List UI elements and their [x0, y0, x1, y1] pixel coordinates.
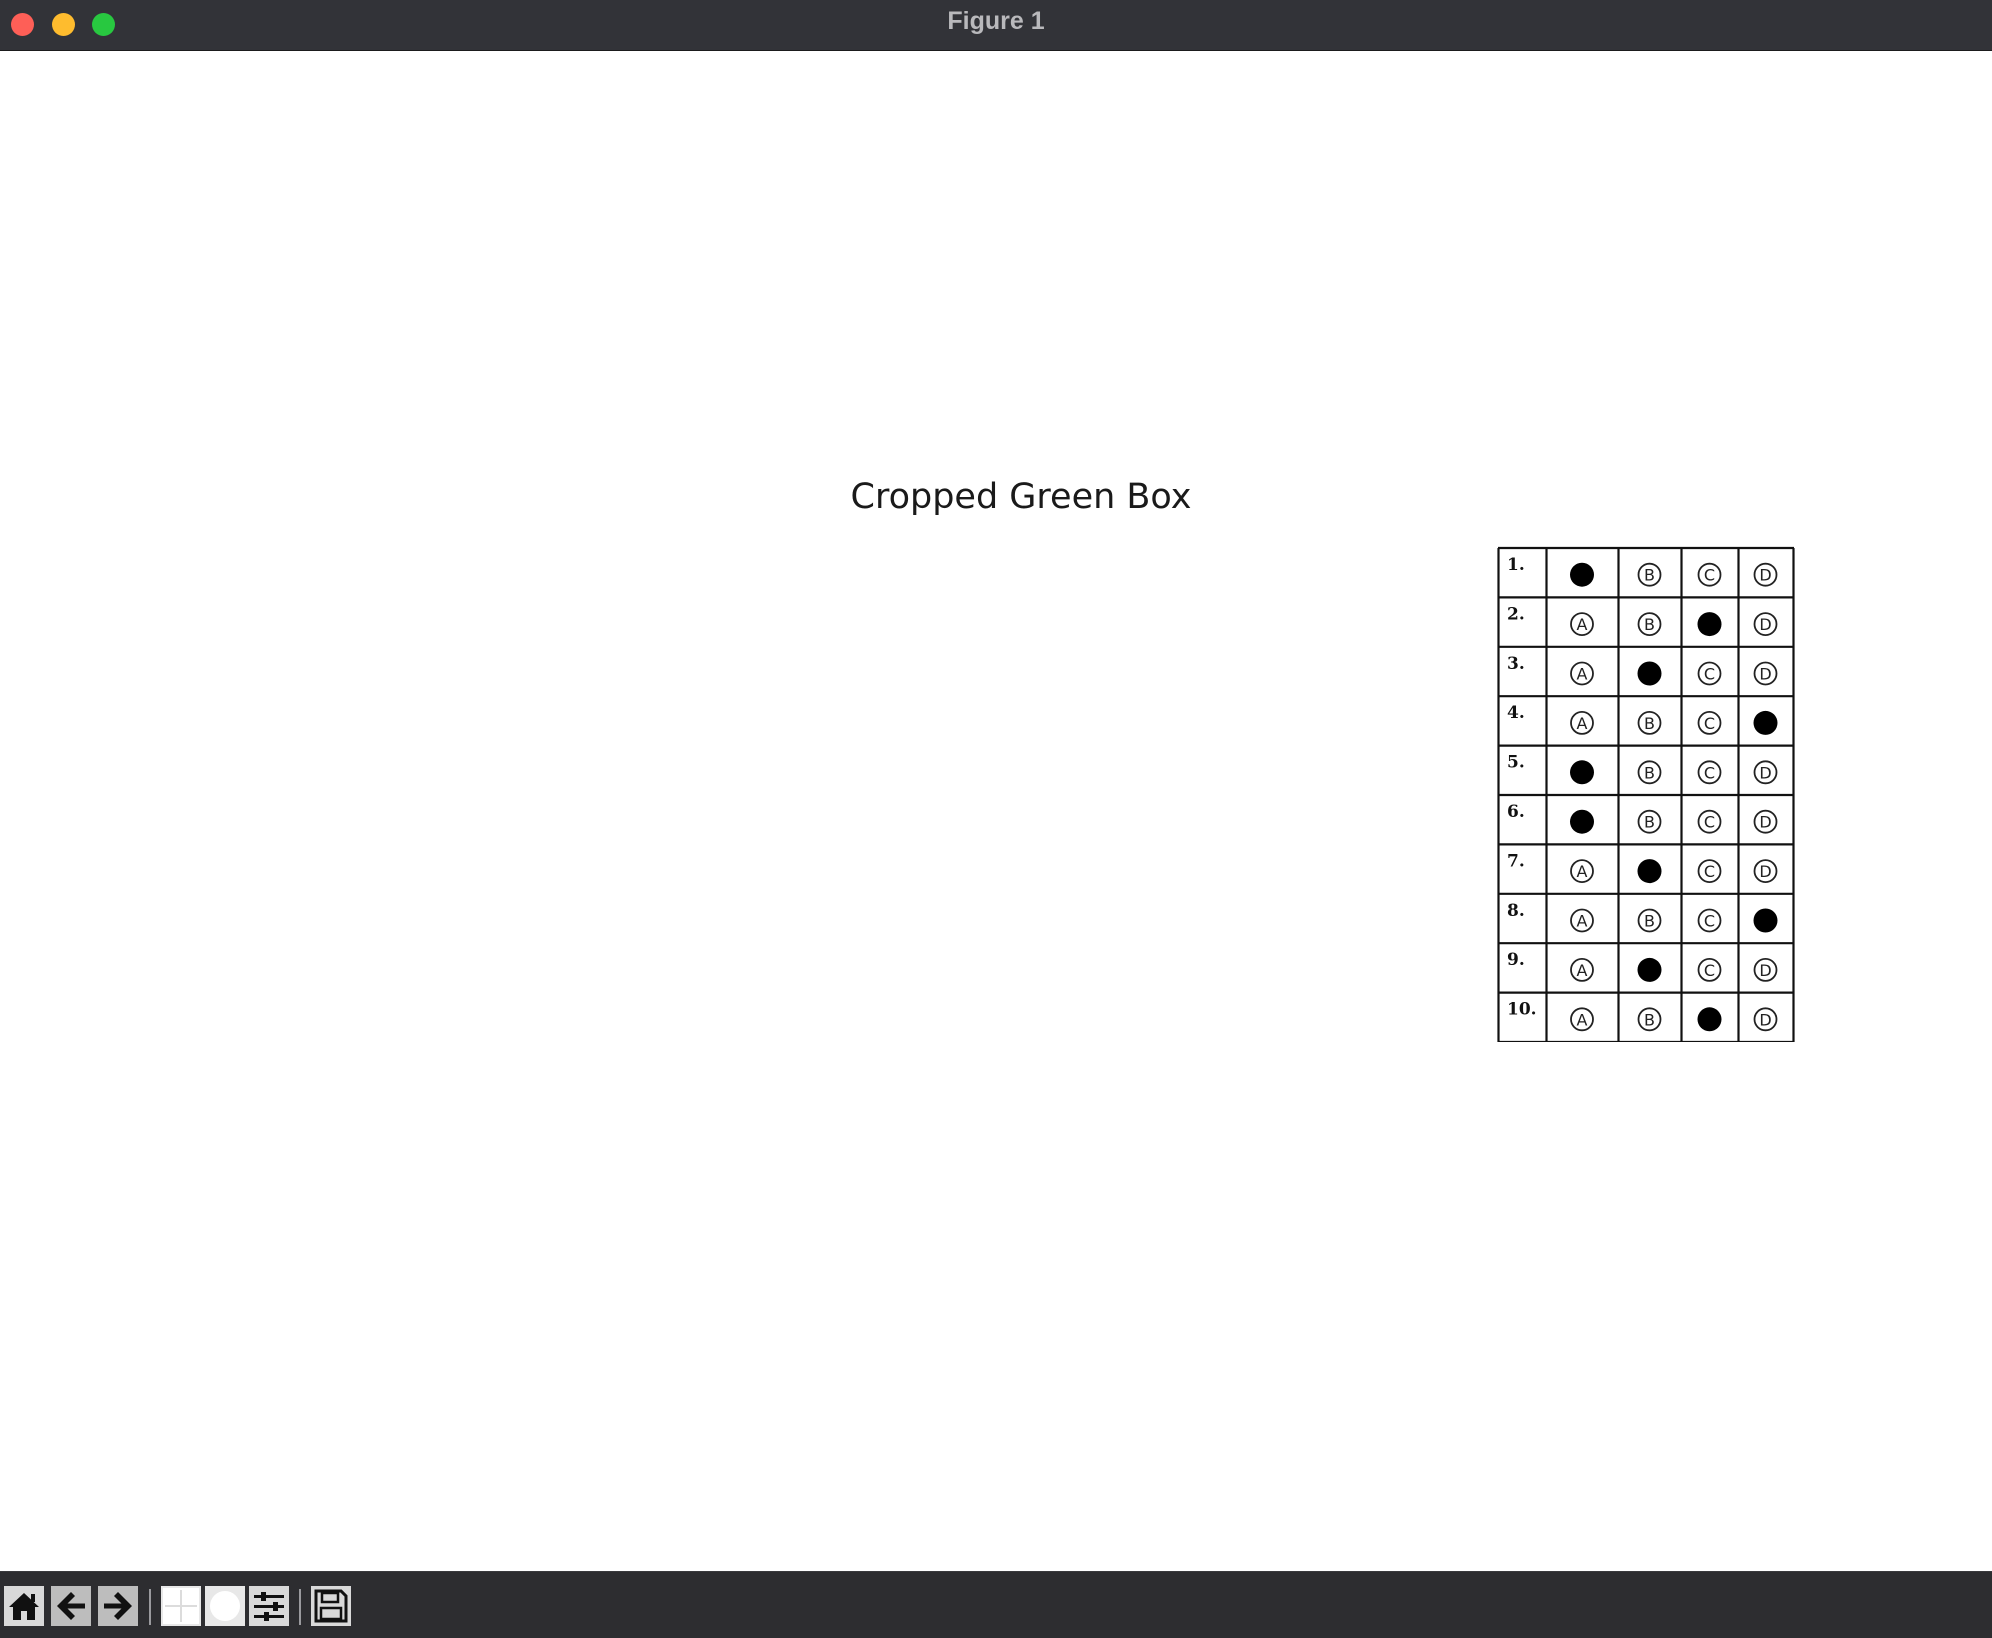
pan-button[interactable]: [161, 1586, 201, 1626]
bubble-letter: B: [1644, 1010, 1655, 1029]
save-icon: [311, 1586, 351, 1626]
bubble-letter: D: [1759, 1010, 1771, 1029]
bubble-letter: B: [1644, 813, 1655, 832]
filled-bubble: [1753, 710, 1778, 735]
home-button[interactable]: [4, 1586, 44, 1626]
bubble-letter: D: [1759, 862, 1771, 881]
filled-bubble: [1570, 760, 1594, 785]
bubble-letter: C: [1704, 763, 1715, 782]
filled-bubble: [1570, 562, 1594, 587]
title-bar[interactable]: Figure 1: [0, 0, 1992, 51]
bubble-letter: A: [1577, 961, 1588, 980]
zoom-button[interactable]: [205, 1586, 245, 1626]
bubble-letter: D: [1759, 615, 1771, 634]
bubble-letter: A: [1577, 665, 1588, 684]
toolbar-separator: [149, 1589, 151, 1625]
filled-bubble: [1697, 1007, 1722, 1032]
filled-bubble: [1697, 612, 1722, 637]
bubble-letter: B: [1644, 912, 1655, 931]
bubble-letter: A: [1577, 862, 1588, 881]
save-button[interactable]: [311, 1586, 351, 1626]
bubble-letter: A: [1577, 1010, 1588, 1029]
question-number: 9.: [1507, 950, 1525, 970]
figure-window: Figure 1 Cropped Green Box 1. B C D 2. A B D 3. A…: [0, 0, 1992, 1638]
bubble-letter: C: [1704, 714, 1715, 733]
axes-title: Cropped Green Box: [850, 477, 1192, 517]
filled-bubble: [1637, 661, 1662, 686]
home-icon: [4, 1586, 44, 1626]
bubble-letter: D: [1759, 665, 1771, 684]
figure-canvas[interactable]: Cropped Green Box 1. B C D 2. A B D 3. A C D 4. A B C 5.…: [0, 51, 1992, 1571]
bubble-letter: C: [1704, 912, 1715, 931]
bubble-letter: A: [1577, 912, 1588, 931]
pan-icon: [161, 1586, 201, 1626]
answer-sheet-image: 1. B C D 2. A B D 3. A C D 4. A B C 5. B C D 6. B C D 7. A C D 8. A B C…: [1497, 546, 1795, 1042]
navigation-toolbar: [0, 1571, 1992, 1638]
bubble-letter: A: [1577, 714, 1588, 733]
bubble-letter: D: [1759, 813, 1771, 832]
question-number: 3.: [1507, 654, 1525, 674]
question-number: 7.: [1507, 851, 1525, 871]
question-number: 5.: [1507, 753, 1525, 773]
bubble-letter: A: [1577, 615, 1588, 634]
back-button[interactable]: [51, 1586, 91, 1626]
forward-button[interactable]: [98, 1586, 138, 1626]
configure-subplots-button[interactable]: [249, 1586, 289, 1626]
bubble-letter: D: [1759, 961, 1771, 980]
question-number: 6.: [1507, 802, 1525, 822]
bubble-letter: B: [1644, 566, 1655, 585]
filled-bubble: [1570, 809, 1594, 834]
answer-sheet-grid: 1. B C D 2. A B D 3. A C D 4. A B C 5. B C D 6. B C D 7. A C D 8. A B C…: [1497, 546, 1795, 1042]
arrow-left-icon: [51, 1586, 91, 1626]
bubble-letter: C: [1704, 813, 1715, 832]
question-number: 2.: [1507, 604, 1525, 624]
bubble-letter: C: [1704, 862, 1715, 881]
bubble-letter: B: [1644, 615, 1655, 634]
zoom-icon: [205, 1586, 245, 1626]
bubble-letter: B: [1644, 763, 1655, 782]
bubble-letter: D: [1759, 566, 1771, 585]
question-number: 4.: [1507, 703, 1525, 723]
window-title: Figure 1: [947, 7, 1045, 35]
filled-bubble: [1637, 859, 1662, 884]
question-number: 8.: [1507, 901, 1525, 921]
bubble-letter: D: [1759, 763, 1771, 782]
bubble-letter: C: [1704, 665, 1715, 684]
arrow-right-icon: [98, 1586, 138, 1626]
bubble-letter: B: [1644, 714, 1655, 733]
toolbar-separator: [299, 1589, 301, 1625]
question-number: 1.: [1507, 555, 1525, 575]
bubble-letter: C: [1704, 961, 1715, 980]
filled-bubble: [1753, 908, 1778, 933]
question-number: 10.: [1507, 1000, 1537, 1020]
bubble-letter: C: [1704, 566, 1715, 585]
filled-bubble: [1637, 957, 1662, 982]
sliders-icon: [249, 1586, 289, 1626]
